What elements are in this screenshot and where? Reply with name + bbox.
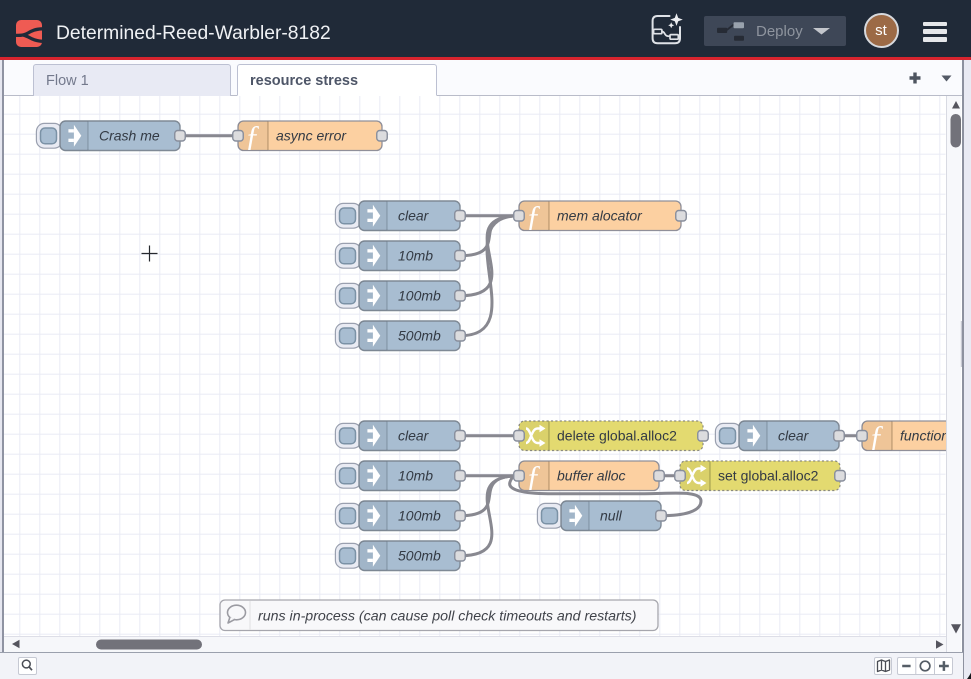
- svg-text:set global.alloc2: set global.alloc2: [718, 468, 819, 484]
- svg-text:100mb: 100mb: [398, 288, 441, 304]
- svg-text:10mb: 10mb: [398, 468, 433, 484]
- svg-text:Crash me: Crash me: [99, 128, 160, 144]
- svg-text:clear: clear: [398, 208, 430, 224]
- svg-text:async error: async error: [276, 128, 347, 144]
- svg-text:100mb: 100mb: [398, 508, 441, 524]
- svg-text:ƒ: ƒ: [245, 119, 260, 152]
- svg-text:10mb: 10mb: [398, 248, 433, 264]
- svg-text:delete global.alloc2: delete global.alloc2: [557, 428, 677, 444]
- svg-text:ƒ: ƒ: [869, 419, 884, 452]
- svg-text:mem alocator: mem alocator: [557, 208, 643, 224]
- svg-text:clear: clear: [778, 428, 810, 444]
- svg-text:500mb: 500mb: [398, 548, 441, 564]
- svg-text:ƒ: ƒ: [526, 459, 541, 492]
- svg-text:buffer alloc: buffer alloc: [557, 468, 625, 484]
- svg-text:runs in-process (can cause pol: runs in-process (can cause poll check ti…: [258, 608, 637, 624]
- svg-text:clear: clear: [398, 428, 430, 444]
- svg-text:null: null: [600, 508, 623, 524]
- svg-text:function: function: [900, 428, 946, 444]
- svg-text:500mb: 500mb: [398, 328, 441, 344]
- svg-text:ƒ: ƒ: [526, 199, 541, 232]
